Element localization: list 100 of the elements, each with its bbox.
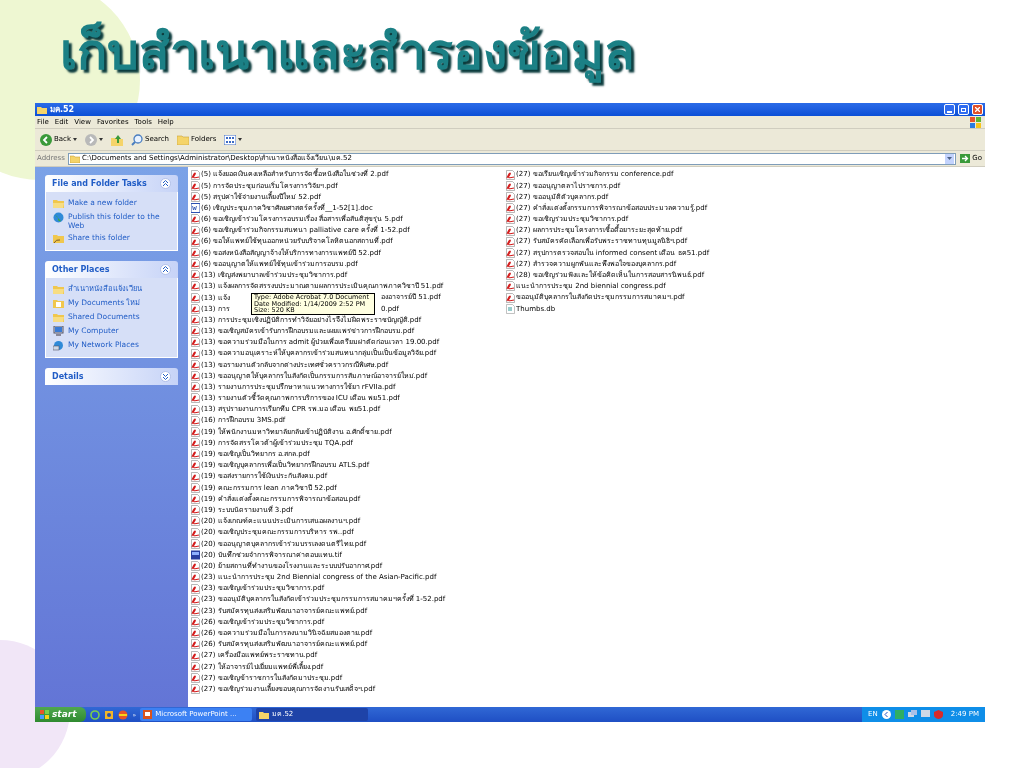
image-file-icon[interactable] xyxy=(191,549,200,560)
folder-icon xyxy=(53,198,64,209)
pdf-file-icon[interactable] xyxy=(191,561,200,572)
pdf-file-icon[interactable] xyxy=(191,639,200,650)
pdf-file-icon[interactable] xyxy=(506,247,515,258)
pdf-file-icon[interactable] xyxy=(506,214,515,225)
pdf-file-icon[interactable] xyxy=(191,404,200,415)
pdf-file-icon[interactable] xyxy=(506,292,515,303)
pdf-file-icon[interactable] xyxy=(191,315,200,326)
pdf-file-icon[interactable] xyxy=(191,382,200,393)
pdf-file-icon[interactable] xyxy=(191,673,200,684)
pdf-file-icon[interactable] xyxy=(191,225,200,236)
pdf-file-icon[interactable] xyxy=(191,527,200,538)
globe-icon[interactable] xyxy=(118,709,129,720)
views-grid-icon xyxy=(224,134,237,145)
pdf-file-icon[interactable] xyxy=(191,482,200,493)
pdf-file-icon[interactable] xyxy=(506,281,515,292)
pdf-file-icon[interactable] xyxy=(191,214,200,225)
shared-folder-icon xyxy=(53,233,64,244)
pdf-file-icon[interactable] xyxy=(191,617,200,628)
start-button[interactable]: start xyxy=(35,707,87,722)
tray-chevron-icon[interactable] xyxy=(881,710,891,719)
pdf-file-icon[interactable] xyxy=(191,281,200,292)
pdf-file-icon[interactable] xyxy=(506,225,515,236)
panel-header[interactable]: Other Places xyxy=(45,261,178,278)
pdf-file-icon[interactable] xyxy=(506,236,515,247)
folder-icon xyxy=(37,105,47,114)
search-icon xyxy=(131,133,143,146)
network-icon xyxy=(53,340,64,351)
pdf-file-icon[interactable] xyxy=(191,359,200,370)
pdf-file-icon[interactable] xyxy=(191,259,200,270)
word-document-icon[interactable] xyxy=(191,203,200,214)
panel-title: File and Folder Tasks xyxy=(52,177,148,190)
pdf-file-icon[interactable] xyxy=(191,538,200,549)
caret-icon xyxy=(99,138,103,141)
pdf-file-icon[interactable] xyxy=(506,191,515,202)
panel-title: Details xyxy=(52,370,85,383)
document-folder-icon xyxy=(53,298,64,309)
pdf-file-icon[interactable] xyxy=(191,628,200,639)
pdf-file-icon[interactable] xyxy=(191,292,200,303)
pdf-file-icon[interactable] xyxy=(191,326,200,337)
slide-title: เก็บสำเนาและสำรองข้อมูล xyxy=(60,22,635,82)
folder-icon xyxy=(53,284,64,295)
pdf-file-icon[interactable] xyxy=(191,594,200,605)
pdf-file-icon[interactable] xyxy=(191,270,200,281)
folder-icon xyxy=(53,312,64,323)
up-folder-icon xyxy=(111,133,123,146)
browser-icon[interactable] xyxy=(90,709,101,720)
pdf-file-icon[interactable] xyxy=(191,426,200,437)
pdf-file-icon[interactable] xyxy=(191,572,200,583)
pdf-file-icon[interactable] xyxy=(191,650,200,661)
restore-button[interactable] xyxy=(958,104,969,115)
pdf-file-icon[interactable] xyxy=(191,191,200,202)
caret-icon xyxy=(238,138,243,141)
close-button[interactable] xyxy=(972,104,983,115)
media-icon[interactable] xyxy=(104,709,115,720)
pdf-file-icon[interactable] xyxy=(191,247,200,258)
presentation-icon xyxy=(143,710,153,719)
pdf-file-icon[interactable] xyxy=(506,203,515,214)
pdf-file-icon[interactable] xyxy=(191,236,200,247)
pdf-file-icon[interactable] xyxy=(191,169,200,180)
folder-icon xyxy=(259,710,270,719)
pdf-file-icon[interactable] xyxy=(191,684,200,695)
pdf-file-icon[interactable] xyxy=(191,505,200,516)
pdf-file-icon[interactable] xyxy=(191,516,200,527)
folder-icon xyxy=(69,154,80,163)
pdf-file-icon[interactable] xyxy=(191,661,200,672)
pdf-file-icon[interactable] xyxy=(506,270,515,281)
pdf-file-icon[interactable] xyxy=(191,370,200,381)
computer-icon xyxy=(53,326,64,337)
minimize-button[interactable] xyxy=(944,104,955,115)
pdf-file-icon[interactable] xyxy=(506,259,515,270)
expand-chevron-icon[interactable] xyxy=(160,371,171,382)
panel-header[interactable]: Details xyxy=(45,368,178,385)
pdf-file-icon[interactable] xyxy=(506,169,515,180)
pdf-file-icon[interactable] xyxy=(191,471,200,482)
pdf-file-icon[interactable] xyxy=(191,605,200,616)
pdf-file-icon[interactable] xyxy=(191,393,200,404)
pdf-file-icon[interactable] xyxy=(191,348,200,359)
pdf-file-icon[interactable] xyxy=(191,303,200,314)
pdf-file-icon[interactable] xyxy=(191,583,200,594)
globe-icon xyxy=(53,212,64,223)
window-title: มค.52 xyxy=(50,103,75,116)
pdf-file-icon[interactable] xyxy=(191,180,200,191)
collapse-chevron-icon[interactable] xyxy=(160,264,171,275)
collapse-chevron-icon[interactable] xyxy=(160,178,171,189)
panel-header[interactable]: File and Folder Tasks xyxy=(45,175,178,192)
pdf-file-icon[interactable] xyxy=(191,449,200,460)
pdf-file-icon[interactable] xyxy=(191,337,200,348)
pdf-file-icon[interactable] xyxy=(506,180,515,191)
panel-title: Other Places xyxy=(52,263,111,276)
folder-icon xyxy=(177,134,190,145)
close-icon xyxy=(975,107,980,112)
pdf-file-icon[interactable] xyxy=(191,415,200,426)
pdf-file-icon[interactable] xyxy=(191,460,200,471)
pdf-file-icon[interactable] xyxy=(191,438,200,449)
windows-logo-icon xyxy=(969,116,983,128)
windows-logo-icon xyxy=(40,710,49,719)
go-arrow-icon xyxy=(960,154,971,163)
pdf-file-icon[interactable] xyxy=(191,494,200,505)
